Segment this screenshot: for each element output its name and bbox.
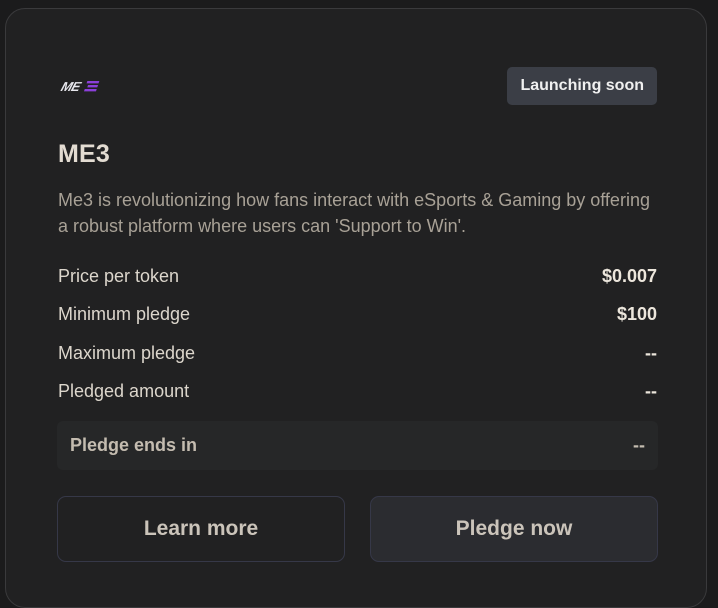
detail-row-min-pledge: Minimum pledge $100	[58, 304, 657, 325]
project-card: ME Launching soon ME3 Me3 is revolutioni…	[5, 8, 707, 608]
project-description: Me3 is revolutionizing how fans interact…	[58, 190, 650, 236]
detail-value: $100	[616, 304, 657, 324]
detail-row-pledged-amount: Pledged amount --	[58, 381, 657, 402]
detail-row-max-pledge: Maximum pledge --	[58, 343, 657, 364]
pledge-ends-value: --	[633, 435, 645, 455]
detail-label: Price per token	[58, 266, 180, 286]
pledge-ends-panel: Pledge ends in --	[57, 421, 658, 470]
project-title: ME3	[58, 140, 111, 168]
svg-text:ME: ME	[59, 79, 84, 93]
pledge-ends-label: Pledge ends in	[70, 435, 198, 455]
detail-value: --	[645, 343, 657, 363]
pledge-now-button[interactable]: Pledge now	[370, 496, 658, 562]
learn-more-button[interactable]: Learn more	[57, 496, 345, 562]
detail-label: Maximum pledge	[58, 343, 196, 363]
detail-label: Pledged amount	[58, 381, 190, 401]
detail-row-price: Price per token $0.007	[58, 266, 657, 287]
detail-label: Minimum pledge	[58, 304, 191, 324]
status-badge: Launching soon	[507, 67, 657, 105]
detail-value: $0.007	[601, 266, 657, 286]
me3-logo: ME	[58, 78, 112, 94]
detail-value: --	[645, 381, 657, 401]
